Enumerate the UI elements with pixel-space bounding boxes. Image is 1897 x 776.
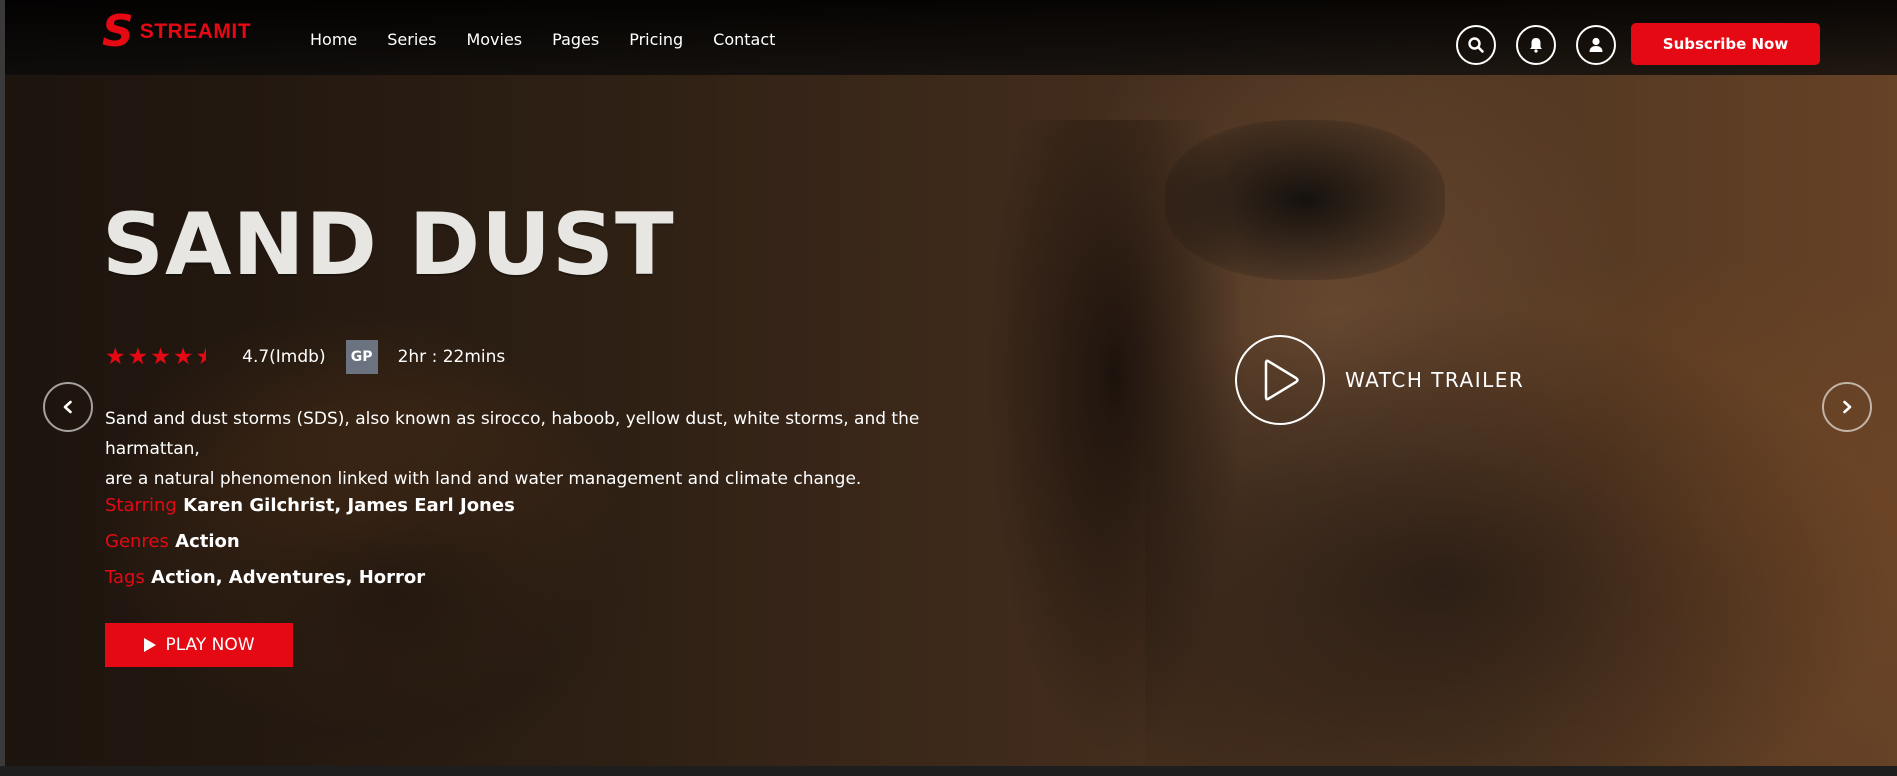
nav-pricing[interactable]: Pricing bbox=[629, 30, 683, 49]
watch-trailer[interactable]: WATCH TRAILER bbox=[1235, 335, 1524, 425]
half-star-icon: ★★ bbox=[196, 344, 217, 370]
page: S STREAMIT Home Series Movies Pages Pric… bbox=[0, 0, 1897, 776]
star-icon: ★ bbox=[150, 344, 171, 370]
nav-contact[interactable]: Contact bbox=[713, 30, 775, 49]
logo[interactable]: S STREAMIT bbox=[102, 6, 252, 57]
play-outline-icon bbox=[1264, 359, 1299, 401]
genres-row: Genres Action bbox=[105, 531, 240, 552]
description-line: Sand and dust storms (SDS), also known a… bbox=[105, 409, 920, 459]
chevron-right-icon bbox=[1843, 400, 1852, 414]
bell-icon bbox=[1530, 38, 1542, 53]
notifications-button[interactable] bbox=[1516, 25, 1556, 65]
play-icon bbox=[144, 638, 157, 652]
description-line: are a natural phenomenon linked with lan… bbox=[105, 469, 862, 489]
rating-stars: ★ ★ ★ ★ ★★ bbox=[105, 344, 216, 370]
bottom-bar bbox=[0, 766, 1897, 776]
next-slide-button[interactable] bbox=[1822, 382, 1872, 432]
starring-value: Karen Gilchrist, James Earl Jones bbox=[183, 495, 515, 516]
trailer-play-button[interactable] bbox=[1235, 335, 1325, 425]
starring-label: Starring bbox=[105, 495, 177, 516]
runtime: 2hr : 22mins bbox=[397, 347, 506, 367]
nav-series[interactable]: Series bbox=[387, 30, 436, 49]
nav-home[interactable]: Home bbox=[310, 30, 357, 49]
logo-mark: S bbox=[102, 6, 134, 57]
left-edge bbox=[0, 0, 5, 776]
nav-movies[interactable]: Movies bbox=[466, 30, 522, 49]
starring-row: Starring Karen Gilchrist, James Earl Jon… bbox=[105, 495, 515, 516]
subscribe-button[interactable]: Subscribe Now bbox=[1631, 23, 1820, 65]
user-icon bbox=[1589, 37, 1603, 52]
tags-row: Tags Action, Adventures, Horror bbox=[105, 567, 425, 588]
top-navbar: S STREAMIT Home Series Movies Pages Pric… bbox=[5, 0, 1897, 75]
star-icon: ★ bbox=[127, 344, 149, 370]
star-icon: ★ bbox=[105, 344, 126, 370]
genres-value: Action bbox=[175, 531, 240, 552]
search-icon bbox=[1468, 37, 1484, 53]
main-nav: Home Series Movies Pages Pricing Contact bbox=[310, 30, 775, 49]
movie-meta: ★ ★ ★ ★ ★★ 4.7(Imdb) GP 2hr : 22mins bbox=[105, 340, 505, 374]
chevron-left-icon bbox=[63, 400, 72, 414]
genres-label: Genres bbox=[105, 531, 169, 552]
nav-pages[interactable]: Pages bbox=[552, 30, 599, 49]
movie-description: Sand and dust storms (SDS), also known a… bbox=[105, 404, 985, 494]
logo-text: STREAMIT bbox=[139, 20, 252, 43]
tags-value: Action, Adventures, Horror bbox=[151, 567, 426, 588]
content-rating-badge: GP bbox=[345, 340, 378, 374]
movie-title: SAND DUST bbox=[102, 195, 675, 295]
prev-slide-button[interactable] bbox=[43, 382, 93, 432]
tags-label: Tags bbox=[105, 567, 145, 588]
rating-text: 4.7(Imdb) bbox=[242, 347, 326, 367]
star-icon: ★ bbox=[172, 344, 194, 370]
play-now-button[interactable]: PLAY NOW bbox=[105, 623, 293, 667]
search-button[interactable] bbox=[1456, 25, 1496, 65]
play-now-label: PLAY NOW bbox=[165, 635, 255, 655]
account-button[interactable] bbox=[1576, 25, 1616, 65]
watch-trailer-label: WATCH TRAILER bbox=[1345, 368, 1525, 392]
